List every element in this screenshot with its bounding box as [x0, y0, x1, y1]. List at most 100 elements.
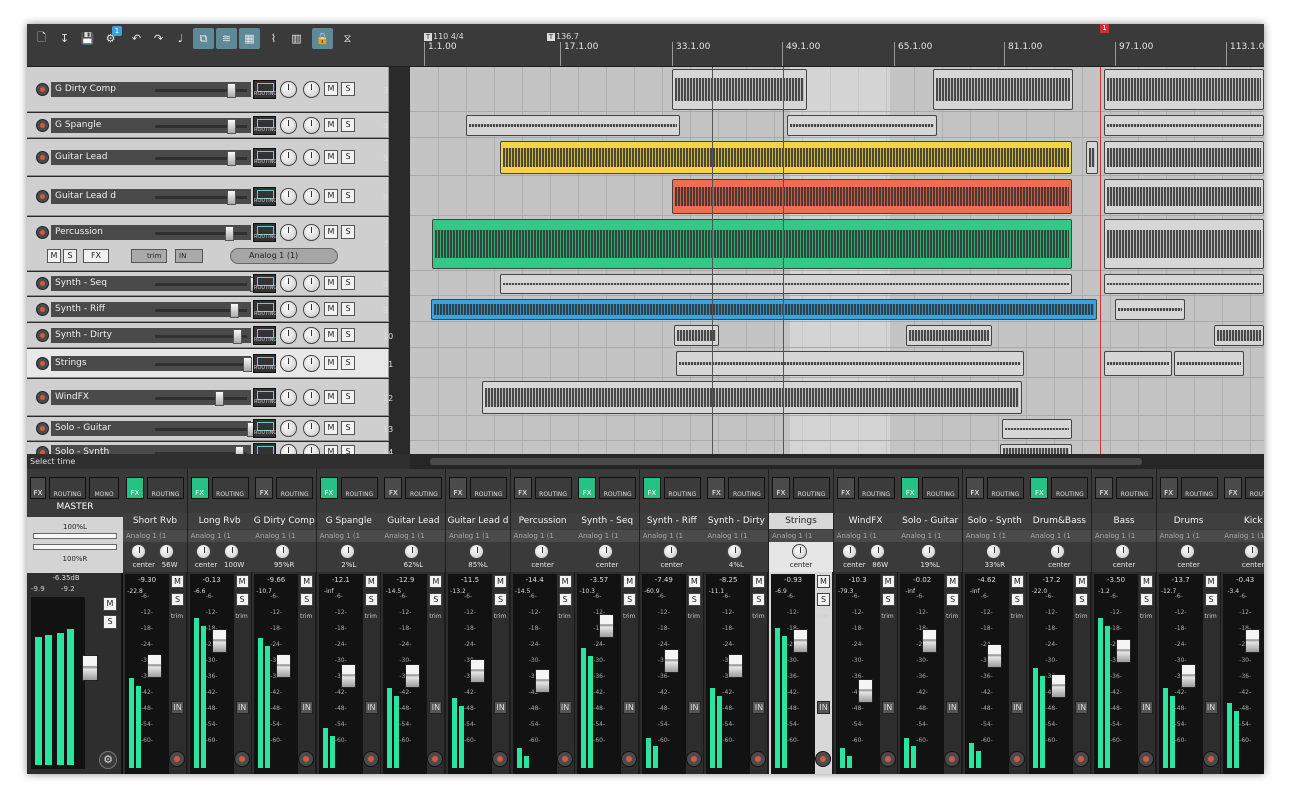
strip-input-monitor-button[interactable]: IN [1010, 701, 1024, 714]
strip-fx-button[interactable]: FX [449, 477, 467, 499]
mixer-channel-strip[interactable]: FX ROUTING Synth - Dirty Analog 1 (1 4%L… [704, 469, 769, 774]
strip-pan-knob[interactable] [195, 544, 211, 559]
track-header[interactable]: Synth - Dirty ROUTING M S [27, 323, 389, 348]
strip-input-label[interactable]: Analog 1 (1 [446, 530, 510, 542]
track-volume-fader[interactable] [155, 277, 259, 292]
track-volume-fader[interactable] [155, 190, 247, 205]
mixer-channel-strip[interactable]: FX ROUTING Solo - Guitar Analog 1 (1 19%… [898, 469, 963, 774]
fx-button[interactable]: FX [83, 249, 109, 263]
strip-name[interactable]: Drum&Bass [1027, 513, 1092, 529]
strip-solo-button[interactable]: S [235, 593, 249, 606]
solo-button[interactable]: S [341, 225, 355, 239]
strip-fx-button[interactable]: FX [1030, 477, 1049, 499]
strip-routing-button[interactable]: ROUTING [211, 477, 249, 499]
media-item[interactable] [466, 115, 680, 136]
strip-fx-button[interactable]: FX [1095, 477, 1113, 499]
mixer-channel-strip[interactable]: FX ROUTING Solo - Synth Analog 1 (1 33%R… [962, 469, 1027, 774]
record-arm-button[interactable] [36, 446, 49, 454]
percussion-solo-button[interactable]: S [63, 249, 77, 263]
strip-routing-button[interactable]: ROUTING [1180, 477, 1218, 499]
strip-pan-knob[interactable] [275, 544, 291, 559]
strip-name[interactable]: Guitar Lead [381, 513, 446, 529]
strip-volume-fader[interactable] [1051, 674, 1067, 698]
strip-solo-button[interactable]: S [429, 593, 443, 606]
track-header[interactable]: Synth - Seq ROUTING M S [27, 272, 389, 296]
strip-volume-fader[interactable] [276, 654, 292, 678]
track-header[interactable]: WindFX ROUTING M S [27, 379, 389, 416]
solo-button[interactable]: S [341, 421, 355, 435]
strip-pan-knob[interactable] [131, 544, 146, 559]
track-header[interactable]: Synth - Riff ROUTING M S [27, 297, 389, 322]
strip-pan-knob[interactable] [1244, 544, 1260, 559]
solo-button[interactable]: S [341, 390, 355, 404]
strip-solo-button[interactable]: S [558, 593, 572, 606]
pan-knob[interactable] [280, 389, 297, 406]
strip-solo-button[interactable]: S [1204, 593, 1218, 606]
strip-fx-button[interactable]: FX [772, 477, 790, 499]
strip-input-monitor-button[interactable]: IN [946, 701, 960, 714]
strip-volume-fader[interactable] [663, 649, 679, 673]
media-item[interactable] [1000, 444, 1072, 454]
strip-name[interactable]: Solo - Guitar [898, 513, 963, 529]
strip-pan-knob[interactable] [792, 544, 807, 559]
input-monitor-button[interactable]: IN [175, 249, 203, 263]
mute-button[interactable]: M [324, 390, 338, 404]
master-mute-button[interactable]: M [103, 597, 117, 611]
strip-mute-button[interactable]: M [235, 575, 249, 588]
strip-name[interactable]: Bass [1092, 513, 1156, 529]
fader-knob[interactable] [243, 357, 252, 372]
strip-record-arm-button[interactable] [621, 751, 638, 767]
record-arm-button[interactable] [36, 151, 49, 164]
fader-knob[interactable] [230, 303, 239, 318]
ripple-edit-icon[interactable]: ≋ [216, 28, 237, 49]
strip-fx-button[interactable]: FX [1159, 477, 1178, 499]
strip-routing-button[interactable]: ROUTING [857, 477, 895, 499]
strip-routing-button[interactable]: ROUTING [663, 477, 701, 499]
strip-solo-button[interactable]: S [300, 593, 314, 606]
strip-name[interactable]: Synth - Riff [639, 513, 704, 529]
strip-routing-button[interactable]: ROUTING [534, 477, 572, 499]
routing-button[interactable]: ROUTING [253, 80, 277, 99]
strip-name[interactable]: Strings [769, 513, 833, 529]
width-knob[interactable] [303, 444, 320, 454]
mixer-channel-strip[interactable]: FX ROUTING Synth - Seq Analog 1 (1 cente… [575, 469, 640, 774]
media-item[interactable] [500, 141, 1072, 174]
strip-fx-button[interactable]: FX [707, 477, 726, 499]
pan-knob[interactable] [280, 149, 297, 166]
media-item[interactable] [672, 69, 807, 110]
strip-input-monitor-button[interactable]: IN [558, 701, 572, 714]
strip-record-arm-button[interactable] [427, 751, 444, 767]
strip-input-label[interactable]: Analog 1 (1 [252, 530, 317, 542]
strip-pan-knob[interactable] [662, 544, 678, 559]
strip-record-arm-button[interactable] [1073, 751, 1090, 767]
media-item[interactable] [676, 351, 1024, 376]
mixer-channel-strip[interactable]: FX ROUTING Percussion Analog 1 (1 center… [510, 469, 575, 774]
strip-pan-knob[interactable] [469, 544, 484, 559]
strip-volume-fader[interactable] [340, 664, 356, 688]
pan-knob[interactable] [280, 81, 297, 98]
strip-mute-button[interactable]: M [1010, 575, 1024, 588]
strip-volume-fader[interactable] [728, 654, 744, 678]
strip-fx-button[interactable]: FX [384, 477, 403, 499]
mixer-channel-strip[interactable]: FX ROUTING Guitar Lead Analog 1 (1 62%L … [381, 469, 446, 774]
mute-button[interactable]: M [324, 225, 338, 239]
width-knob[interactable] [303, 301, 320, 318]
strip-mute-button[interactable]: M [1204, 575, 1218, 588]
strip-name[interactable]: Long Rvb [187, 513, 252, 529]
track-volume-fader[interactable] [155, 83, 247, 98]
record-arm-button[interactable] [36, 303, 49, 316]
strip-name[interactable]: G Spangle [316, 513, 381, 529]
routing-button[interactable]: ROUTING [253, 300, 277, 319]
strip-routing-button[interactable]: ROUTING [793, 477, 830, 499]
strip-input-label[interactable]: Analog 1 (1 [123, 530, 187, 542]
strip-routing-button[interactable]: ROUTING [147, 477, 184, 499]
save-project-icon[interactable]: 💾 [77, 28, 98, 49]
solo-button[interactable]: S [341, 356, 355, 370]
strip-volume-fader[interactable] [534, 669, 550, 693]
strip-pan-knob[interactable] [1050, 544, 1066, 559]
strip-name[interactable]: Synth - Dirty [704, 513, 769, 529]
routing-button[interactable]: ROUTING [253, 148, 277, 167]
mute-button[interactable]: M [324, 302, 338, 316]
strip-pan-knob[interactable] [921, 544, 937, 559]
mute-button[interactable]: M [324, 356, 338, 370]
